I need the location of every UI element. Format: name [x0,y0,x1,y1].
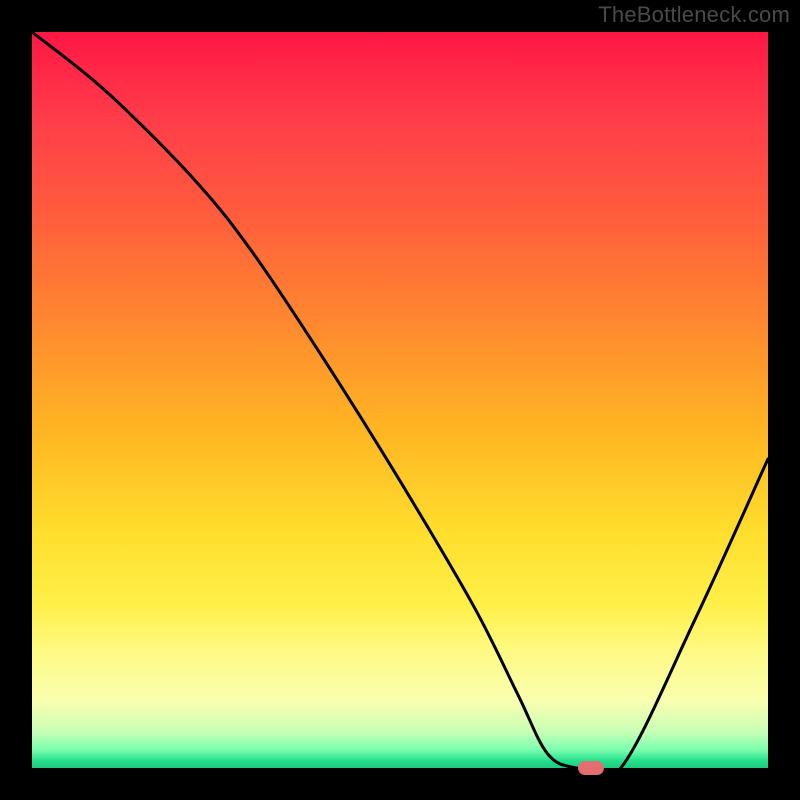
chart-frame: TheBottleneck.com [0,0,800,800]
curve-svg [32,32,768,768]
optimal-marker [578,761,604,775]
watermark-text: TheBottleneck.com [598,2,790,28]
plot-area [32,32,768,768]
bottleneck-curve [32,32,768,779]
